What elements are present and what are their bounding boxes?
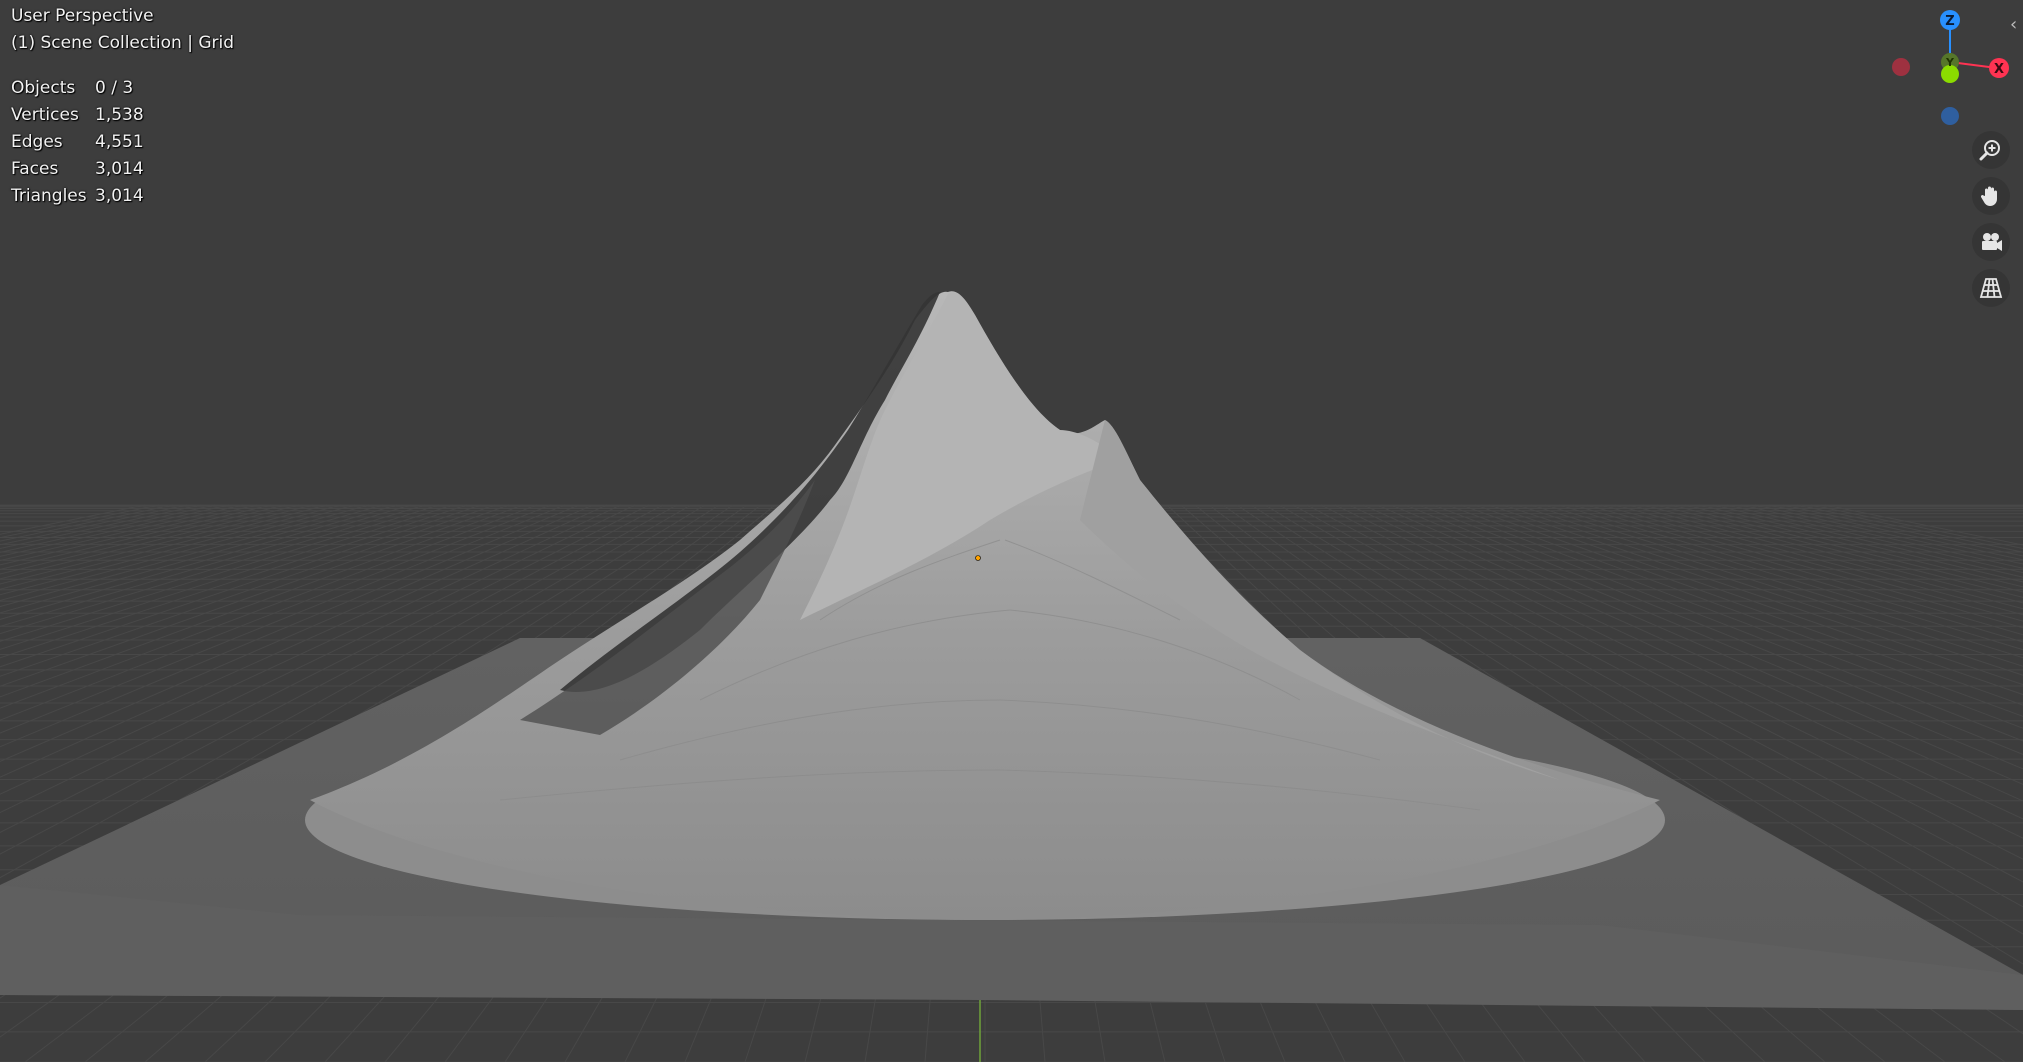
zoom-in-icon	[1979, 140, 2000, 161]
gizmo-x-label: X	[1994, 62, 2004, 77]
camera-icon	[1982, 233, 2002, 251]
stat-row-triangles: Triangles 3,014	[11, 188, 144, 215]
stat-label: Objects	[11, 78, 76, 98]
scene-render[interactable]	[0, 0, 2023, 1062]
stat-label: Edges	[11, 132, 63, 152]
grid-perspective-icon	[1979, 278, 2003, 298]
sidebar-toggle-icon[interactable]: ‹	[2010, 14, 2023, 36]
stat-value: 3,014	[95, 159, 144, 179]
gizmo-y-label: Y	[1945, 56, 1955, 69]
zoom-button[interactable]	[1972, 131, 2010, 169]
hand-icon	[1980, 186, 1997, 206]
stat-row-faces: Faces 3,014	[11, 161, 144, 188]
stat-row-vertices: Vertices 1,538	[11, 107, 144, 134]
gizmo-z-label: Z	[1945, 14, 1954, 29]
stat-label: Vertices	[11, 105, 79, 125]
gizmo-z-handle[interactable]: Z	[1940, 10, 1960, 30]
navigation-gizmo[interactable]: Z X Y	[1880, 4, 2020, 134]
stat-label: Triangles	[11, 186, 87, 206]
stat-row-objects: Objects 0 / 3	[11, 80, 144, 107]
pan-button[interactable]	[1972, 177, 2010, 215]
viewport-info: User Perspective (1) Scene Collection | …	[11, 8, 234, 62]
gizmo-x-handle[interactable]: X	[1989, 58, 2009, 78]
view-name: User Perspective	[11, 6, 154, 26]
gizmo-neg-x[interactable]	[1892, 58, 1910, 76]
stat-value: 0 / 3	[95, 78, 134, 98]
stat-value: 1,538	[95, 105, 144, 125]
stat-row-edges: Edges 4,551	[11, 134, 144, 161]
camera-view-button[interactable]	[1972, 223, 2010, 261]
gizmo-neg-z[interactable]	[1941, 107, 1959, 125]
3d-viewport[interactable]: User Perspective (1) Scene Collection | …	[0, 0, 2023, 1062]
object-origin[interactable]	[975, 555, 981, 561]
stat-label: Faces	[11, 159, 59, 179]
stat-value: 4,551	[95, 132, 144, 152]
collection-info: (1) Scene Collection | Grid	[11, 33, 235, 53]
scene-statistics: Objects 0 / 3 Vertices 1,538 Edges 4,551…	[11, 80, 144, 215]
stat-value: 3,014	[95, 186, 144, 206]
ortho-perspective-button[interactable]	[1972, 269, 2010, 307]
